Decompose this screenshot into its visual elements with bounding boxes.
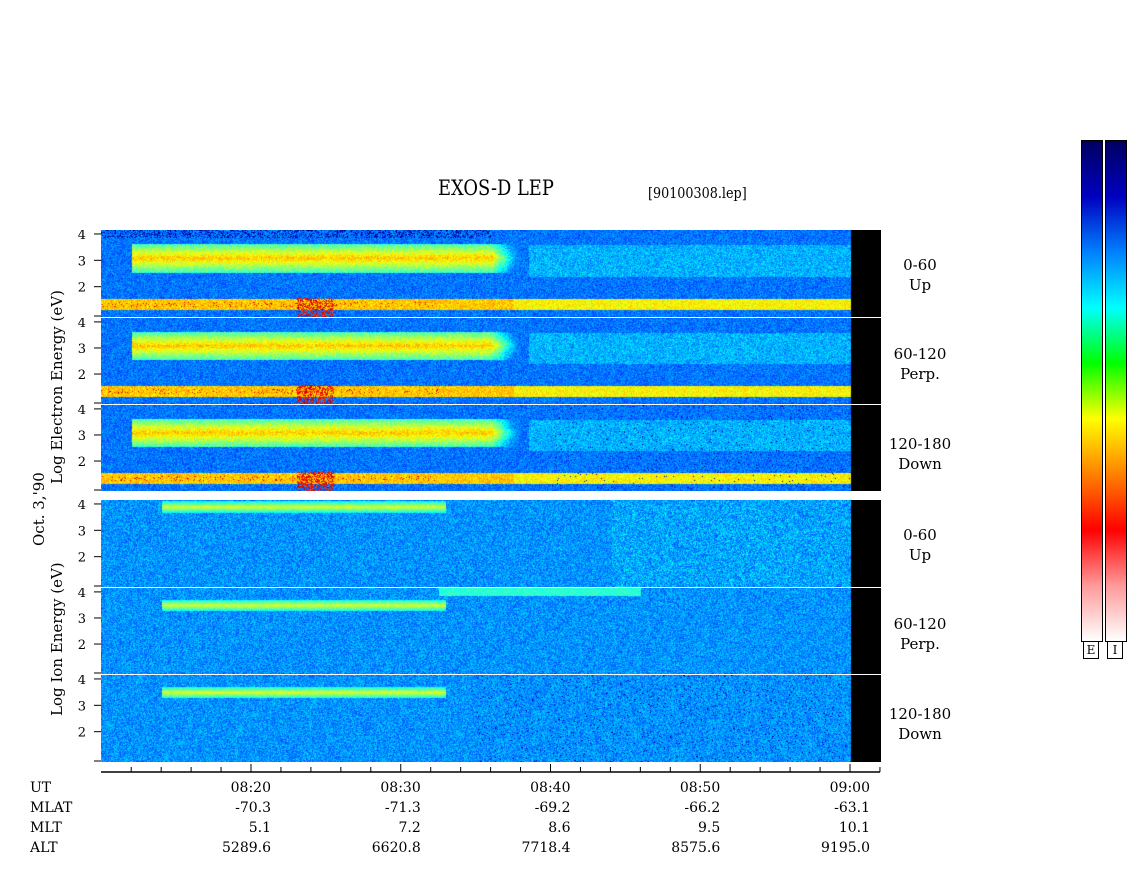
pitch-label-e-perp: 60-120 Perp. — [875, 344, 965, 384]
electron-spectrogram-perp — [101, 318, 881, 404]
ephemeris-cell: -71.3 — [384, 800, 421, 816]
ephemeris-cell: 7.2 — [398, 820, 421, 836]
ephemeris-cell: 8575.6 — [671, 840, 721, 856]
y-tick-label: 4 — [78, 675, 86, 688]
ephemeris-row-label: MLAT — [30, 800, 73, 816]
y-tick-label: 2 — [78, 726, 86, 741]
pitch-direction: Down — [898, 455, 942, 473]
ephemeris-cell: -70.3 — [235, 800, 271, 816]
colorbar-label-i: I — [1107, 641, 1123, 659]
pitch-direction: Down — [898, 725, 942, 743]
y-tick-label: 2 — [78, 281, 86, 296]
ion-spectrogram-perp — [101, 588, 881, 674]
ephemeris-cell: 7718.4 — [521, 840, 571, 856]
y-axis: 2 3 4 — [78, 500, 101, 587]
pitch-direction: Up — [908, 546, 932, 564]
y-axis: 2 3 4 — [78, 318, 101, 404]
pitch-label-e-up: 0-60 Up — [875, 255, 965, 295]
y-axis: 2 3 4 — [78, 230, 101, 317]
ion-ylabel: Log Ion Energy (eV) — [48, 562, 66, 716]
colorbar-ion — [1105, 140, 1127, 642]
ion-spectrogram-down — [101, 675, 881, 762]
file-label: [90100308.lep] — [648, 184, 747, 202]
pitch-range: 120-180 — [888, 435, 952, 453]
colorbar-label-e: E — [1083, 641, 1099, 659]
ephemeris-cell: 08:50 — [679, 780, 721, 796]
date-label: Oct. 3,'90 — [30, 472, 48, 546]
y-tick-label: 4 — [78, 230, 86, 243]
colorbar-electron — [1081, 140, 1103, 642]
ephemeris-cell: 9.5 — [697, 820, 721, 836]
y-tick-label: 4 — [78, 318, 86, 331]
pitch-range: 0-60 — [903, 526, 937, 544]
ephemeris-cell: 08:30 — [380, 780, 421, 796]
chart-title: EXOS-D LEP — [438, 176, 554, 200]
y-axis: 2 3 4 — [78, 405, 101, 491]
y-tick-label: 2 — [78, 455, 86, 470]
y-tick-label: 3 — [78, 342, 86, 357]
ion-spectrogram-up — [101, 500, 881, 587]
pitch-range: 120-180 — [888, 705, 952, 723]
electron-ylabel: Log Electron Energy (eV) — [48, 290, 66, 484]
time-axis — [101, 764, 881, 773]
ephemeris-row-label: MLT — [30, 820, 62, 836]
electron-spectrogram-up — [101, 230, 881, 317]
pitch-range: 60-120 — [893, 345, 947, 363]
pitch-direction: Perp. — [900, 365, 940, 383]
ephemeris-cell: 9195.0 — [821, 840, 870, 856]
y-tick-label: 2 — [78, 368, 86, 383]
ephemeris-row-label: UT — [30, 780, 52, 796]
y-tick-label: 3 — [78, 429, 86, 444]
pitch-direction: Up — [908, 276, 932, 294]
y-tick-label: 2 — [78, 638, 86, 653]
ephemeris-cell: 09:00 — [829, 780, 870, 796]
ephemeris-cell: 08:20 — [230, 780, 271, 796]
y-tick-label: 4 — [78, 500, 86, 513]
y-tick-label: 3 — [78, 699, 86, 714]
ephemeris-cell: 5.1 — [248, 820, 271, 836]
y-axis: 2 3 4 — [78, 588, 101, 674]
pitch-label-i-down: 120-180 Down — [875, 704, 965, 744]
time-axis-ticks — [130, 764, 881, 772]
ephemeris-cell: -66.2 — [684, 800, 721, 816]
pitch-label-i-perp: 60-120 Perp. — [875, 614, 965, 654]
y-tick-label: 3 — [78, 612, 86, 627]
y-axis: 2 3 4 — [78, 675, 101, 762]
ephemeris-cell: 08:40 — [530, 780, 571, 796]
pitch-label-e-down: 120-180 Down — [875, 434, 965, 474]
ephemeris-cell: 5289.6 — [222, 840, 271, 856]
ephemeris-cell: -63.1 — [834, 800, 870, 816]
ephemeris-cell: 10.1 — [838, 820, 870, 836]
electron-spectrogram-down — [101, 405, 881, 491]
pitch-label-i-up: 0-60 Up — [875, 525, 965, 565]
ephemeris-cell: 6620.8 — [371, 840, 421, 856]
ephemeris-cell: -69.2 — [534, 800, 571, 816]
pitch-direction: Perp. — [900, 635, 940, 653]
y-tick-label: 3 — [78, 524, 86, 539]
pitch-range: 0-60 — [903, 256, 937, 274]
ephemeris-cell: 8.6 — [548, 820, 571, 836]
pitch-range: 60-120 — [893, 615, 947, 633]
y-tick-label: 4 — [78, 405, 86, 418]
ephemeris-row-label: ALT — [30, 840, 58, 856]
y-tick-label: 2 — [78, 551, 86, 566]
y-tick-label: 3 — [78, 254, 86, 269]
y-tick-label: 4 — [78, 588, 86, 601]
